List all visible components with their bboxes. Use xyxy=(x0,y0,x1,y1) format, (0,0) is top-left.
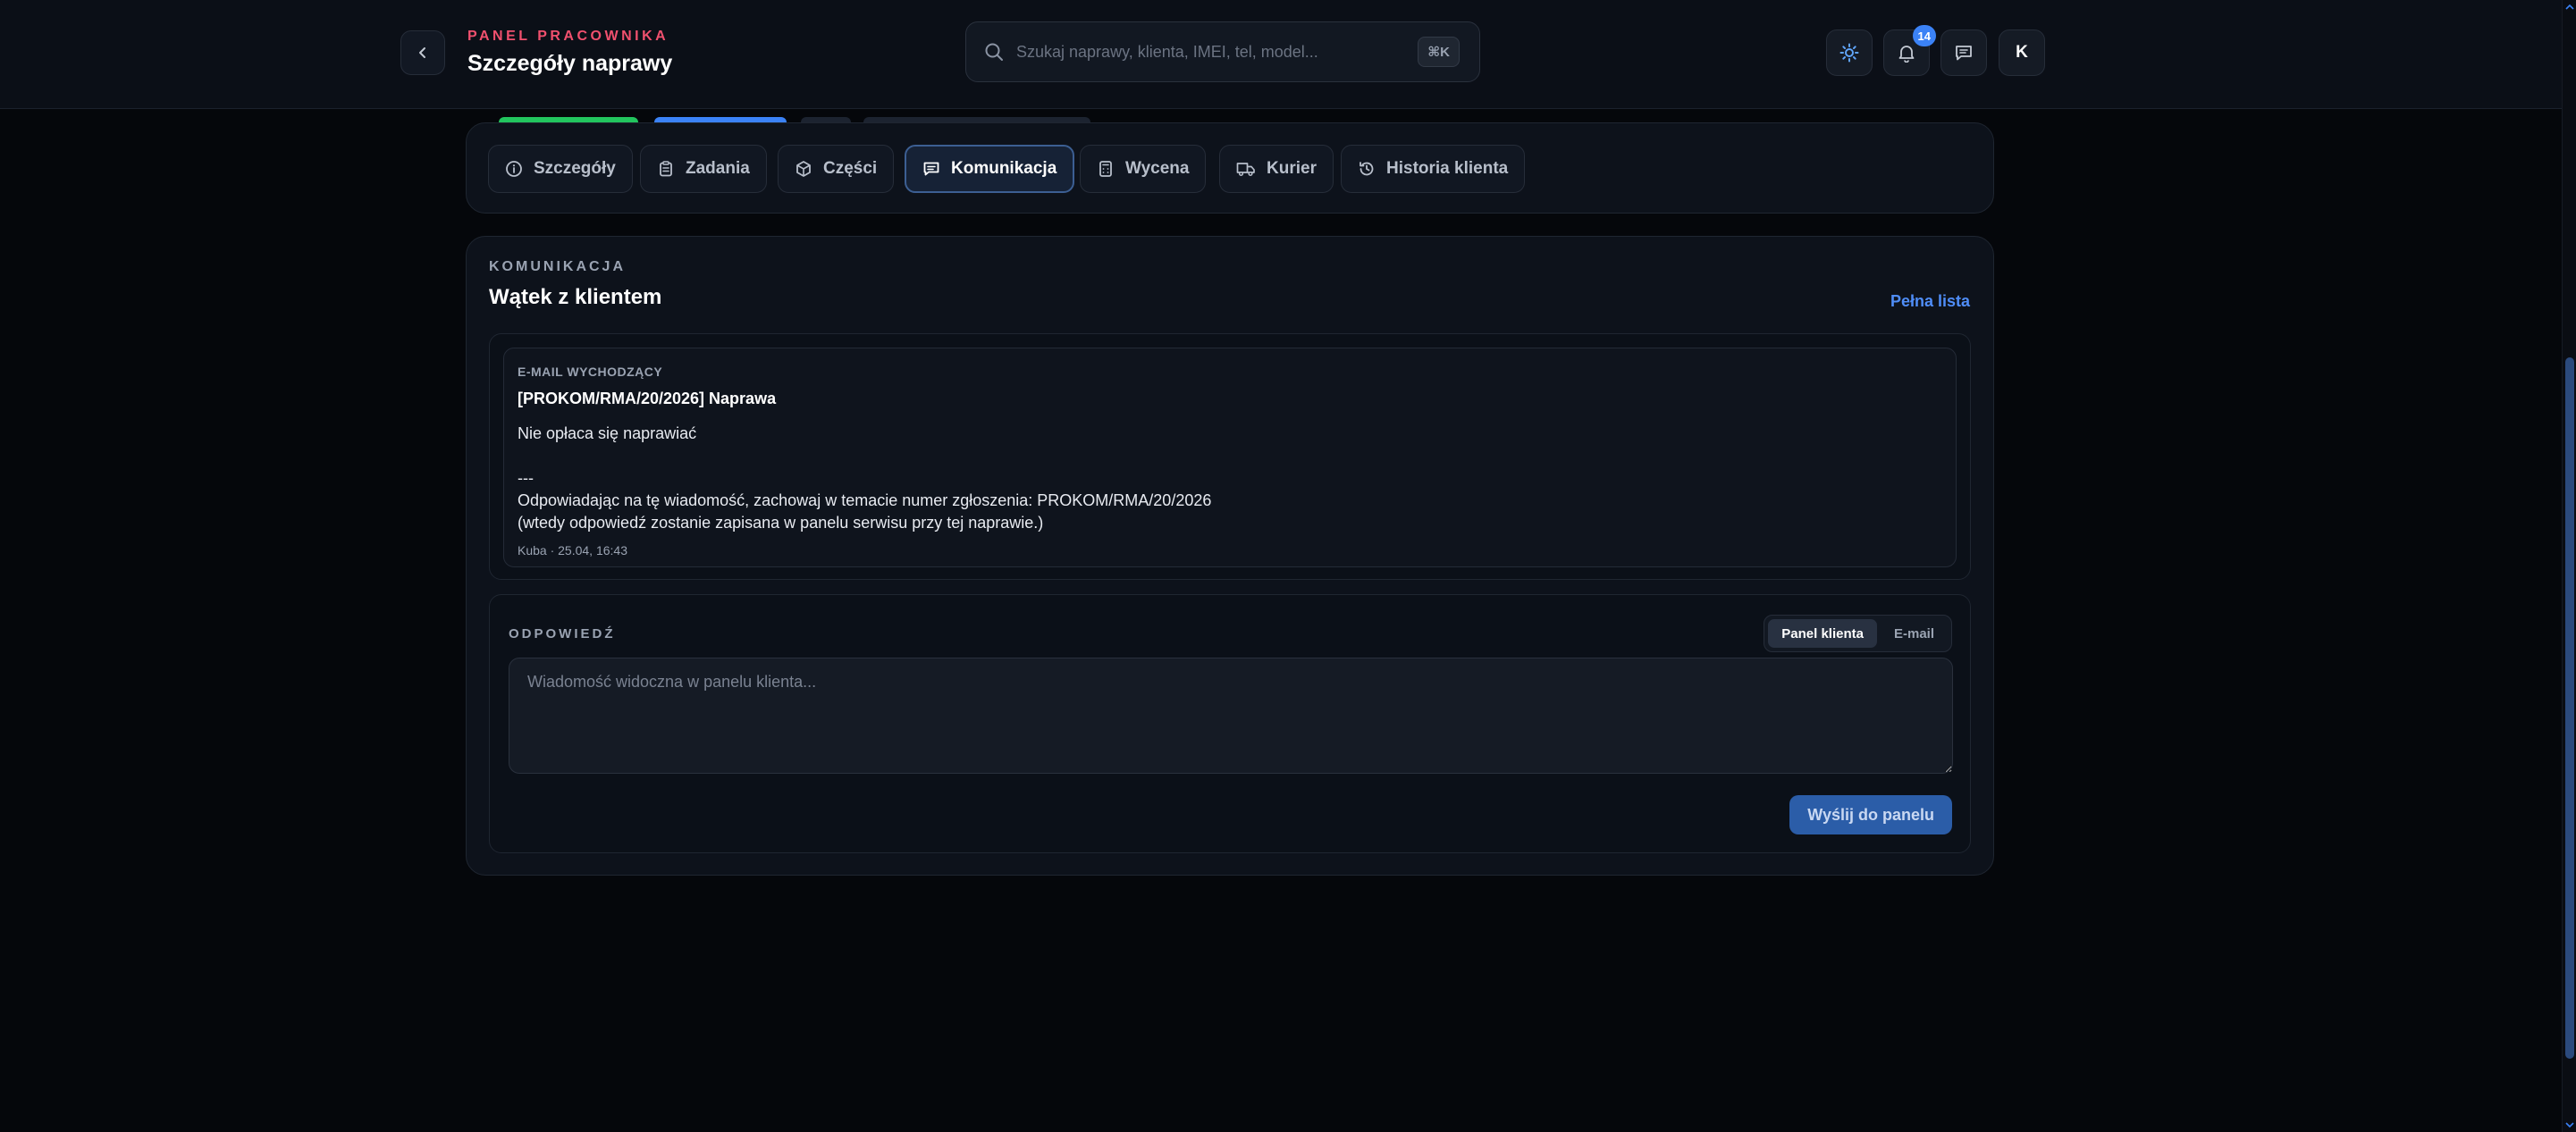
calculator-icon xyxy=(1099,161,1112,177)
message-icon xyxy=(923,162,939,176)
messages-button[interactable] xyxy=(1940,29,1987,76)
avatar: K xyxy=(2016,43,2028,62)
channel-email[interactable]: E-mail xyxy=(1881,619,1948,648)
truck-icon xyxy=(1236,163,1255,177)
reply-textarea[interactable] xyxy=(509,658,1953,774)
info-icon xyxy=(506,161,522,177)
message-type: E-MAIL WYCHODZĄCY xyxy=(518,365,663,379)
back-button[interactable] xyxy=(400,30,445,75)
tab-label: Kurier xyxy=(1267,159,1317,178)
scroll-up-arrow-icon[interactable] xyxy=(2563,0,2576,14)
page-scrollbar[interactable] xyxy=(2562,0,2576,1132)
tab-kurier[interactable]: Kurier xyxy=(1219,145,1334,193)
chat-icon xyxy=(1956,46,1972,61)
tab-wycena[interactable]: Wycena xyxy=(1080,145,1207,193)
send-button[interactable]: Wyślij do panelu xyxy=(1789,795,1952,834)
full-list-link[interactable]: Pełna lista xyxy=(1890,292,1970,311)
message-item: E-MAIL WYCHODZĄCY [PROKOM/RMA/20/2026] N… xyxy=(503,348,1957,567)
message-thread: E-MAIL WYCHODZĄCY [PROKOM/RMA/20/2026] N… xyxy=(489,333,1971,580)
tab-label: Szczegóły xyxy=(534,159,616,178)
reply-channel-switch: Panel klienta E-mail xyxy=(1764,615,1952,652)
message-meta: Kuba · 25.04, 16:43 xyxy=(518,543,627,558)
communication-panel: KOMUNIKACJA Wątek z klientem Pełna lista… xyxy=(466,236,1994,876)
message-body: Nie opłaca się naprawiać --- Odpowiadają… xyxy=(518,424,1212,532)
tab-label: Zadania xyxy=(686,159,750,178)
search-bar[interactable]: ⌘K xyxy=(965,21,1480,82)
message-subject: [PROKOM/RMA/20/2026] Naprawa xyxy=(518,390,777,407)
box-icon xyxy=(796,161,811,177)
tab-komunikacja[interactable]: Komunikacja xyxy=(905,145,1075,193)
scrollbar-thumb[interactable] xyxy=(2565,357,2574,1059)
bell-icon xyxy=(1898,46,1915,63)
tab-historia-klienta[interactable]: Historia klienta xyxy=(1341,145,1526,193)
history-icon xyxy=(1360,162,1374,176)
search-icon xyxy=(984,42,1004,62)
notification-count-badge: 14 xyxy=(1912,25,1936,46)
panel-eyebrow: PANEL PRACOWNIKA xyxy=(467,29,669,44)
section-title: Wątek z klientem xyxy=(489,285,662,309)
theme-toggle-button[interactable] xyxy=(1826,29,1873,76)
reply-label: ODPOWIEDŹ xyxy=(509,626,616,641)
tabs-bar: Szczegóły Zadania Części Komunikacja Wyc… xyxy=(466,122,1994,214)
scroll-down-arrow-icon[interactable] xyxy=(2563,1118,2576,1132)
reply-section: ODPOWIEDŹ Panel klienta E-mail Wyślij do… xyxy=(489,594,1971,853)
clipboard-icon xyxy=(660,161,672,177)
tab-label: Części xyxy=(823,159,878,178)
tab-czesci[interactable]: Części xyxy=(778,145,895,193)
top-header: PANEL PRACOWNIKA Szczegóły naprawy ⌘K 14 xyxy=(0,0,2562,109)
tab-label: Komunikacja xyxy=(951,159,1057,178)
page-title: Szczegóły naprawy xyxy=(467,51,673,76)
tab-szczegoly[interactable]: Szczegóły xyxy=(488,145,633,193)
tab-label: Historia klienta xyxy=(1386,159,1509,178)
chevron-left-icon xyxy=(419,47,425,58)
tab-label: Wycena xyxy=(1125,159,1190,178)
section-eyebrow: KOMUNIKACJA xyxy=(489,259,626,274)
channel-panel-klienta[interactable]: Panel klienta xyxy=(1768,619,1877,648)
tab-zadania[interactable]: Zadania xyxy=(640,145,767,193)
search-input[interactable] xyxy=(1016,42,1418,62)
notifications-button[interactable]: 14 xyxy=(1883,25,1936,76)
user-avatar-button[interactable]: K xyxy=(1999,29,2045,76)
sun-icon xyxy=(1839,43,1859,63)
search-shortcut: ⌘K xyxy=(1418,37,1460,67)
